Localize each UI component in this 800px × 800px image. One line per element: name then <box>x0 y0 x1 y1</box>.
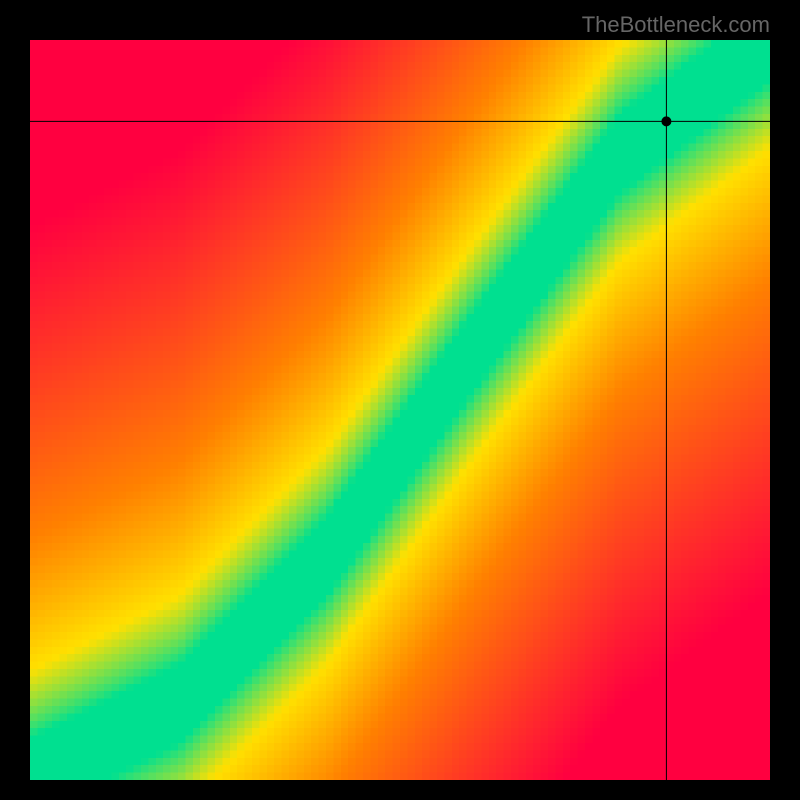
heatmap-area <box>30 40 770 780</box>
site-watermark: TheBottleneck.com <box>582 12 770 38</box>
heatmap-canvas <box>30 40 770 780</box>
chart-container: TheBottleneck.com <box>0 0 800 800</box>
